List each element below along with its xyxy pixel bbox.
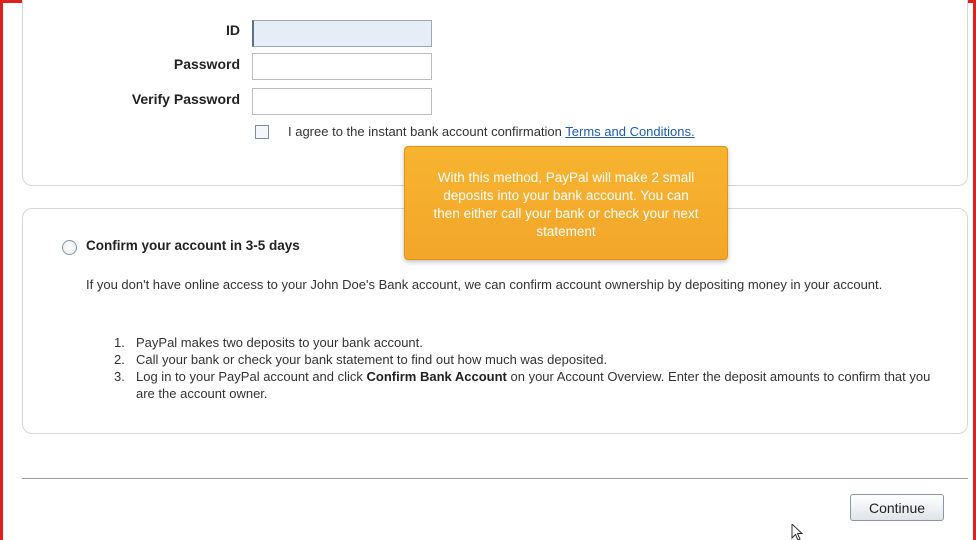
confirm-bank-account-text: Confirm Bank Account <box>366 369 507 384</box>
verify-password-label: Verify Password <box>131 91 240 107</box>
confirm-3-5-days-radio[interactable] <box>62 240 77 255</box>
step-text: PayPal makes two deposits to your bank a… <box>136 335 423 350</box>
option-description: If you don't have online access to your … <box>86 277 883 292</box>
agree-label: I agree to the instant bank account conf… <box>288 124 566 139</box>
id-input[interactable] <box>252 20 432 47</box>
step-number: 1. <box>114 335 125 350</box>
list-item: 3. Log in to your PayPal account and cli… <box>86 368 936 402</box>
steps-list: 1. PayPal makes two deposits to your ban… <box>86 334 936 402</box>
list-item: 2. Call your bank or check your bank sta… <box>86 351 936 368</box>
method-tooltip: With this method, PayPal will make 2 sma… <box>404 146 728 260</box>
agree-checkbox[interactable] <box>255 125 269 139</box>
terms-link[interactable]: Terms and Conditions. <box>565 124 694 139</box>
step-text: Call your bank or check your bank statem… <box>136 352 608 367</box>
confirm-3-5-days-label[interactable]: Confirm your account in 3-5 days <box>86 238 300 253</box>
footer-divider <box>22 478 968 479</box>
step-number: 3. <box>114 369 125 384</box>
step-text-pre: Log in to your PayPal account and click <box>136 369 367 384</box>
continue-button[interactable]: Continue <box>850 494 944 521</box>
verify-password-input[interactable] <box>252 88 432 115</box>
step-number: 2. <box>114 352 125 367</box>
password-input[interactable] <box>252 53 432 80</box>
password-label: Password <box>173 56 240 72</box>
agree-text: I agree to the instant bank account conf… <box>288 124 695 139</box>
id-label: ID <box>226 22 240 38</box>
tooltip-text: With this method, PayPal will make 2 sma… <box>433 170 699 239</box>
mouse-pointer-icon <box>791 524 804 540</box>
list-item: 1. PayPal makes two deposits to your ban… <box>86 334 936 351</box>
